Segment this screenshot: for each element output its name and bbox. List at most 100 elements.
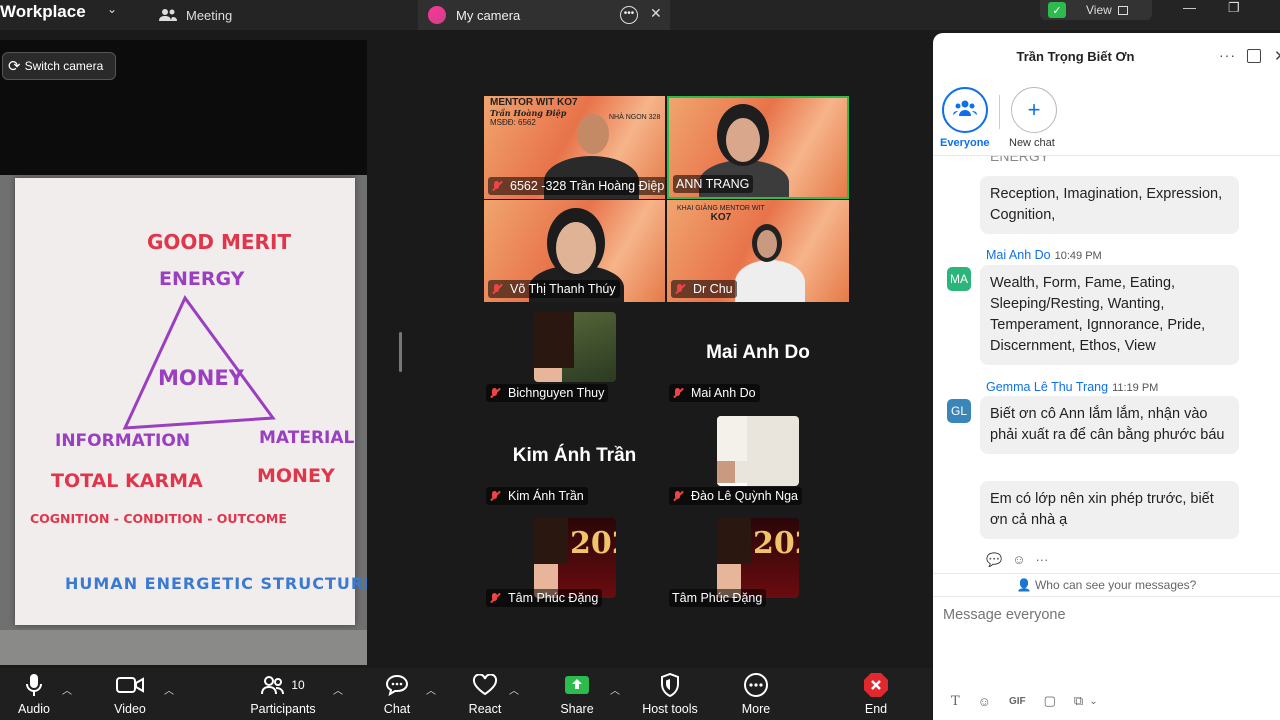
muted-mic-icon xyxy=(489,387,501,399)
people-icon xyxy=(158,7,178,23)
resize-handle[interactable] xyxy=(399,332,402,372)
message-input[interactable] xyxy=(943,607,1263,623)
participant-name: Võ Thị Thanh Thúy xyxy=(488,280,620,298)
switch-camera-button[interactable]: ⟳ Switch camera xyxy=(2,52,116,80)
shield-icon xyxy=(660,668,680,702)
message-sender: Mai Anh Do 10:49 PM xyxy=(986,248,1102,262)
participant-name: ANN TRANG xyxy=(673,175,754,193)
information-text: INFORMATION xyxy=(55,431,191,451)
person-icon: 👤 xyxy=(1016,578,1032,592)
chevron-up-icon[interactable]: ︿ xyxy=(426,682,436,697)
share-label: Share xyxy=(560,702,594,716)
tab-camera-label: My camera xyxy=(456,7,521,23)
chat-button[interactable]: Chat xyxy=(378,668,416,720)
video-camera-icon xyxy=(116,668,144,702)
view-button[interactable]: ✓ View xyxy=(1040,0,1152,20)
participant-display-name: Kim Ánh Trần xyxy=(512,445,637,466)
muted-mic-icon xyxy=(672,490,684,502)
microphone-icon xyxy=(24,668,44,702)
everyone-label: Everyone xyxy=(940,137,990,149)
material-text: MATERIAL xyxy=(259,428,355,448)
chevron-down-icon[interactable]: ⌄ xyxy=(107,2,117,16)
end-label: End xyxy=(864,702,888,716)
video-tile[interactable]: KHAI GIẢNG MENTOR WIT KO7 Dr Chu xyxy=(667,200,849,302)
muted-mic-icon xyxy=(489,490,501,502)
new-chat-button[interactable]: + xyxy=(1011,87,1057,133)
file-icon[interactable]: ▢ xyxy=(1044,693,1056,709)
participant-photo: 202 xyxy=(717,518,799,598)
people-icon xyxy=(953,99,977,122)
view-label: View xyxy=(1086,3,1112,17)
muted-mic-icon xyxy=(489,592,501,604)
switch-camera-label: Switch camera xyxy=(24,59,104,73)
host-tools-button[interactable]: Host tools xyxy=(638,668,702,720)
plus-icon: + xyxy=(1027,97,1041,122)
emoji-icon[interactable]: ☺ xyxy=(1012,552,1025,568)
react-button[interactable]: React xyxy=(464,668,506,720)
chat-bubble-icon xyxy=(385,668,409,702)
participant-name: Tâm Phúc Đặng xyxy=(669,589,767,607)
video-tile[interactable]: Võ Thị Thanh Thúy xyxy=(484,200,665,302)
tile-badge: MSĐĐ: 6562 xyxy=(490,118,536,127)
close-icon[interactable]: ✕ xyxy=(1274,47,1280,65)
title-bar: Workplace ⌄ Meeting My camera ••• ✕ ✓ Vi… xyxy=(0,0,1280,30)
tile-badge: Trần Hoàng Điệp xyxy=(490,108,567,118)
partial-message: ENERGY xyxy=(990,155,1050,164)
end-icon xyxy=(863,668,889,702)
pop-out-icon[interactable] xyxy=(1247,49,1261,63)
everyone-channel-button[interactable] xyxy=(942,87,988,133)
energy-text: ENERGY xyxy=(159,268,245,290)
chevron-up-icon[interactable]: ︿ xyxy=(610,682,620,697)
video-tile-active-speaker[interactable]: ANN TRANG xyxy=(667,96,849,199)
host-tools-label: Host tools xyxy=(642,702,698,716)
tile-badge: NHÀ NGON 328 xyxy=(609,114,661,121)
chat-message-list[interactable]: ENERGY Reception, Imagination, Expressio… xyxy=(933,155,1280,573)
participant-name: Bichnguyen Thuy xyxy=(486,384,609,402)
share-button[interactable]: Share xyxy=(556,668,598,720)
screenshot-icon[interactable]: ⧉ xyxy=(1074,693,1083,709)
emoji-icon[interactable]: ☺ xyxy=(978,694,991,709)
participant-name: Kim Ánh Trần xyxy=(486,487,588,505)
muted-mic-icon xyxy=(491,283,503,295)
text-format-icon[interactable]: T xyxy=(951,694,960,709)
video-label: Video xyxy=(114,702,146,716)
participant-display-name: Mai Anh Do xyxy=(706,342,810,363)
participant-name: Dr Chu xyxy=(671,280,737,298)
chevron-down-icon[interactable]: ⌄ xyxy=(1089,696,1097,707)
participants-count: 10 xyxy=(291,678,305,692)
tab-my-camera[interactable]: My camera ••• ✕ xyxy=(418,0,670,30)
gif-icon[interactable]: GIF xyxy=(1009,696,1026,707)
chevron-up-icon[interactable]: ︿ xyxy=(164,682,174,697)
more-icon[interactable]: ··· xyxy=(1035,552,1048,568)
close-icon[interactable]: ✕ xyxy=(650,5,662,22)
cognition-text: COGNITION - CONDITION - OUTCOME xyxy=(30,511,287,526)
chevron-up-icon[interactable]: ︿ xyxy=(62,682,72,697)
more-icon[interactable]: ••• xyxy=(620,6,638,24)
chat-message: Wealth, Form, Fame, Eating, Sleeping/Res… xyxy=(980,265,1239,365)
video-button[interactable]: Video xyxy=(108,668,152,720)
more-button[interactable]: More xyxy=(736,668,776,720)
good-merit-text: GOOD MERIT xyxy=(147,230,292,254)
audio-button[interactable]: Audio xyxy=(12,668,56,720)
participants-button[interactable]: 10 Participants xyxy=(246,668,320,720)
chevron-up-icon[interactable]: ︿ xyxy=(509,682,519,697)
human-structure-text: HUMAN ENERGETIC STRUCTURE xyxy=(65,574,367,593)
end-button[interactable]: End xyxy=(858,668,894,720)
participant-photo xyxy=(717,416,799,486)
chat-message: Reception, Imagination, Expression, Cogn… xyxy=(980,176,1239,234)
participant-name: Tâm Phúc Đặng xyxy=(486,589,603,607)
video-tile[interactable]: MENTOR WIT KO7 Trần Hoàng Điệp MSĐĐ: 656… xyxy=(484,96,665,199)
meeting-toolbar: Audio ︿ Video ︿ 10 Participants ︿ Chat ︿… xyxy=(0,668,932,720)
message-sender: Gemma Lê Thu Trang 11:19 PM xyxy=(986,380,1159,394)
who-can-see-link[interactable]: 👤 Who can see your messages? xyxy=(933,573,1280,597)
reply-icon[interactable]: 💬 xyxy=(986,552,1002,568)
maximize-icon[interactable]: ❐ xyxy=(1228,0,1240,16)
chevron-up-icon[interactable]: ︿ xyxy=(333,682,343,697)
tab-meeting[interactable]: Meeting xyxy=(150,0,415,30)
avatar: GL xyxy=(947,399,971,423)
tile-badge: 202 xyxy=(753,526,799,561)
app-title: Workplace xyxy=(0,2,86,21)
share-screen-icon xyxy=(564,668,590,702)
more-icon[interactable]: ··· xyxy=(1219,47,1236,63)
minimize-icon[interactable]: — xyxy=(1183,0,1196,15)
